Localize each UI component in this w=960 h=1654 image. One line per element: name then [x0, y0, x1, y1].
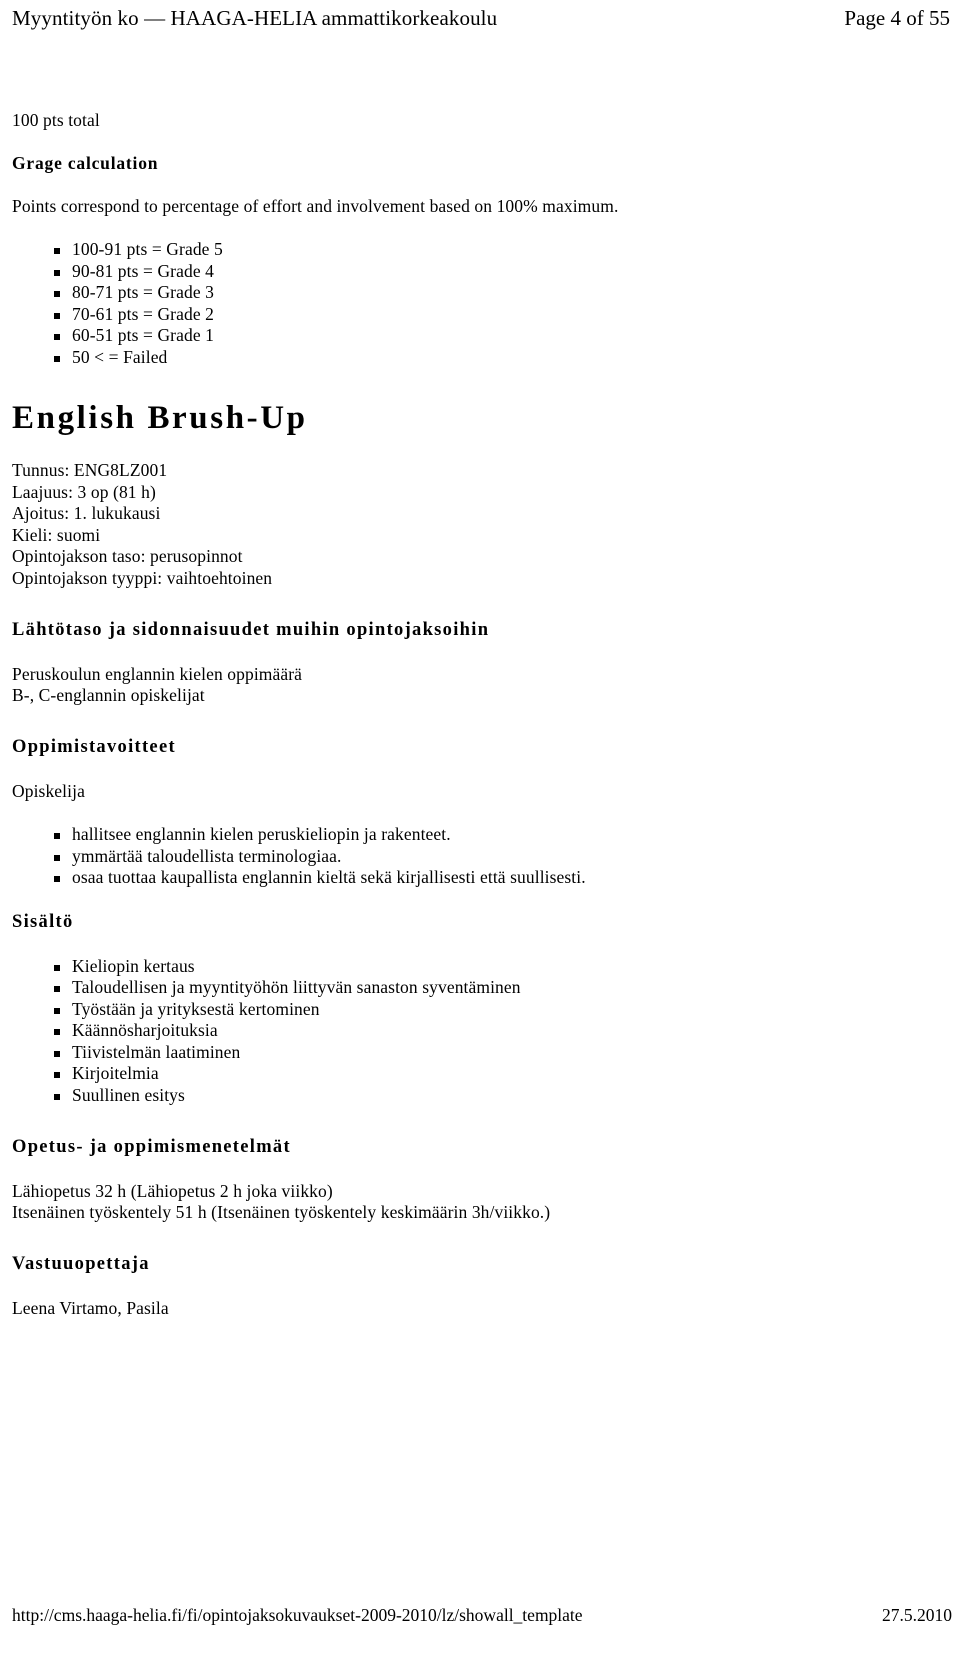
course-meta-code: Tunnus: ENG8LZ001 [12, 460, 168, 480]
footer-print-date: 27.5.2010 [882, 1605, 952, 1625]
list-item: Tiivistelmän laatiminen [12, 1042, 942, 1064]
header-page-number: Page 4 of 55 [844, 6, 950, 30]
contents-heading: Sisältö [12, 911, 74, 932]
objectives-lead-text: Opiskelija [12, 781, 85, 801]
points-total-line: 100 pts total [12, 110, 100, 130]
page-footer: http://cms.haaga-helia.fi/fi/opintojakso… [0, 1605, 960, 1626]
list-item: 90-81 pts = Grade 4 [12, 261, 942, 283]
course-meta-block: Tunnus: ENG8LZ001 Laajuus: 3 op (81 h) A… [12, 460, 942, 589]
list-item: 50 < = Failed [12, 347, 942, 369]
list-item: Taloudellisen ja myyntityöhön liittyvän … [12, 977, 942, 999]
header-title: Myyntityön ko — HAAGA-HELIA ammattikorke… [12, 6, 498, 30]
list-item: osaa tuottaa kaupallista englannin kielt… [12, 867, 942, 889]
contents-list: Kieliopin kertaus Taloudellisen ja myynt… [12, 956, 942, 1107]
list-item: Kieliopin kertaus [12, 956, 942, 978]
course-meta-credits: Laajuus: 3 op (81 h) [12, 481, 156, 502]
list-item: 80-71 pts = Grade 3 [12, 282, 942, 304]
prerequisites-line-1: Peruskoulun englannin kielen oppimäärä [12, 664, 303, 684]
list-item: 60-51 pts = Grade 1 [12, 325, 942, 347]
teacher-heading: Vastuuopettaja [12, 1254, 150, 1274]
grade-calculation-heading: Grage calculation [12, 153, 159, 173]
course-meta-level: Opintojakson taso: perusopinnot [12, 546, 243, 566]
list-item: 100-91 pts = Grade 5 [12, 239, 942, 261]
footer-source-url: http://cms.haaga-helia.fi/fi/opintojakso… [12, 1605, 583, 1625]
prerequisites-line-2: B-, C-englannin opiskelijat [12, 685, 205, 705]
methods-heading: Opetus- ja oppimismenetelmät [12, 1137, 291, 1157]
list-item: hallitsee englannin kielen peruskieliopi… [12, 824, 942, 846]
list-item: ymmärtää taloudellista terminologiaa. [12, 846, 942, 868]
grade-scale-list: 100-91 pts = Grade 5 90-81 pts = Grade 4… [12, 239, 942, 368]
methods-line-2: Itsenäinen työskentely 51 h (Itsenäinen … [12, 1202, 551, 1222]
list-item: Käännösharjoituksia [12, 1020, 942, 1042]
course-meta-timing: Ajoitus: 1. lukukausi [12, 503, 161, 523]
list-item: 70-61 pts = Grade 2 [12, 304, 942, 326]
course-title: English Brush-Up [12, 400, 308, 436]
page-header: Myyntityön ko — HAAGA-HELIA ammattikorke… [0, 6, 960, 38]
teacher-name: Leena Virtamo, Pasila [12, 1298, 169, 1318]
prerequisites-heading: Lähtötaso ja sidonnaisuudet muihin opint… [12, 620, 490, 640]
methods-line-1: Lähiopetus 32 h (Lähiopetus 2 h joka vii… [12, 1181, 333, 1201]
course-meta-language: Kieli: suomi [12, 524, 101, 545]
course-meta-type: Opintojakson tyyppi: vaihtoehtoinen [12, 567, 273, 588]
objectives-list: hallitsee englannin kielen peruskieliopi… [12, 824, 942, 889]
document-content: 100 pts total Grage calculation Points c… [12, 110, 942, 1319]
list-item: Suullinen esitys [12, 1085, 942, 1107]
list-item: Työstään ja yrityksestä kertominen [12, 999, 942, 1021]
list-item: Kirjoitelmia [12, 1063, 942, 1085]
document-page: Myyntityön ko — HAAGA-HELIA ammattikorke… [0, 0, 960, 1654]
grading-intro-text: Points correspond to percentage of effor… [12, 196, 619, 216]
objectives-heading: Oppimistavoitteet [12, 737, 176, 757]
